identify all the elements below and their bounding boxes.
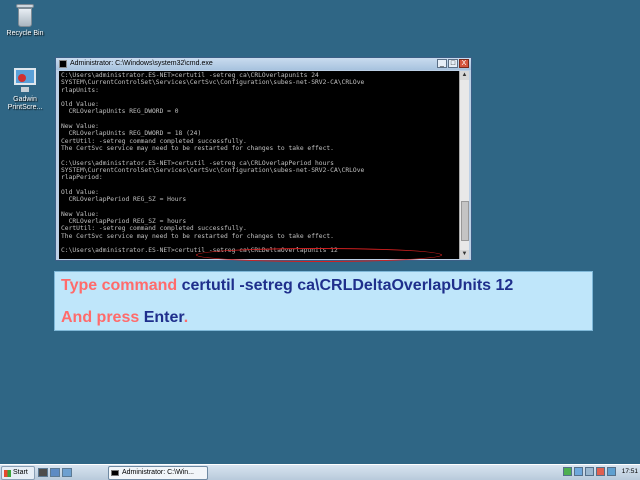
instruction-press-prefix: And press: [61, 309, 144, 326]
window-controls: _ □ X: [437, 59, 469, 68]
gadwin-label-line1: Gadwin: [13, 96, 37, 103]
cmd-title-text: Administrator: C:\Windows\system32\cmd.e…: [70, 60, 213, 67]
console-line: SYSTEM\CurrentControlSet\Services\CertSv…: [61, 166, 365, 174]
recycle-bin-shortcut[interactable]: Recycle Bin: [0, 2, 50, 38]
console-line: New Value:: [61, 210, 99, 218]
quicklaunch-desktop-icon[interactable]: [62, 468, 72, 477]
instruction-enter-key: Enter: [143, 309, 184, 326]
instruction-type-prefix: Type command: [61, 277, 182, 294]
minimize-button[interactable]: _: [437, 59, 447, 68]
recycle-bin-icon: [15, 2, 35, 28]
cmd-title-bar[interactable]: Administrator: C:\Windows\system32\cmd.e…: [56, 58, 471, 70]
instruction-line-1: Type command certutil -setreg ca\CRLDelt…: [61, 277, 513, 295]
start-button[interactable]: Start: [1, 466, 35, 480]
scroll-up-icon[interactable]: ▲: [460, 71, 469, 80]
instruction-callout: Type command certutil -setreg ca\CRLDelt…: [54, 271, 593, 331]
console-line: CRLOverlapUnits REG_DWORD = 0: [61, 108, 179, 116]
tray-network-icon[interactable]: [562, 467, 572, 476]
console-line: CRLOverlapUnits REG_DWORD = 18 (24): [61, 130, 202, 138]
gadwin-printscreen-shortcut[interactable]: Gadwin PrintScre...: [0, 66, 50, 112]
console-line: CRLOverlapPeriod REG_SZ = Hours: [61, 196, 187, 204]
console-line: C:\Users\administrator.ES-NET>certutil -…: [61, 159, 334, 167]
tray-gadwin-icon[interactable]: [595, 467, 605, 476]
console-scrollbar[interactable]: ▲ ▼: [459, 71, 469, 259]
taskbar-item-label: Administrator: C:\Win...: [122, 469, 194, 476]
console-line: Old Value:: [61, 101, 99, 109]
instruction-period: .: [183, 309, 189, 326]
tray-volume-icon[interactable]: [584, 467, 594, 476]
scroll-thumb[interactable]: [461, 201, 469, 241]
tray-screen-icon[interactable]: [606, 467, 616, 476]
console-line: Old Value:: [61, 188, 99, 196]
console-line: rlapUnits:: [61, 86, 99, 94]
console-line: rlapPeriod:: [61, 174, 103, 182]
cmd-window[interactable]: Administrator: C:\Windows\system32\cmd.e…: [55, 57, 472, 261]
maximize-button[interactable]: □: [448, 59, 458, 68]
windows-flag-icon: [4, 470, 11, 477]
quicklaunch-explorer-icon[interactable]: [50, 468, 60, 477]
taskbar: Start Administrator: C:\Win... 17:51: [0, 464, 640, 480]
taskbar-item-cmd[interactable]: Administrator: C:\Win...: [108, 466, 208, 480]
console-line: New Value:: [61, 123, 99, 131]
instruction-command: certutil -setreg ca\CRLDeltaOverlapUnits…: [181, 277, 514, 294]
start-label: Start: [13, 469, 28, 476]
highlight-ellipse: [196, 248, 442, 262]
quicklaunch-cmd-icon[interactable]: [38, 468, 48, 477]
scroll-down-icon[interactable]: ▼: [460, 250, 469, 259]
recycle-bin-label: Recycle Bin: [6, 30, 44, 37]
instruction-line-2: And press Enter.: [61, 309, 188, 327]
system-tray: 17:51: [562, 467, 638, 476]
desktop: Recycle Bin Gadwin PrintScre... Administ…: [0, 0, 640, 464]
gadwin-printscreen-icon: [12, 66, 38, 94]
console-line: C:\Users\administrator.ES-NET>certutil -…: [61, 72, 319, 79]
console-line: The CertSvc service may need to be resta…: [61, 144, 334, 152]
console-line: The CertSvc service may need to be resta…: [61, 232, 334, 240]
console-line: SYSTEM\CurrentControlSet\Services\CertSv…: [61, 79, 365, 87]
console-line: CertUtil: -setreg command completed succ…: [61, 225, 247, 233]
tray-monitor-icon[interactable]: [573, 467, 583, 476]
console-line: CRLOverlapPeriod REG_SZ = hours: [61, 217, 187, 225]
cmd-app-icon: [59, 60, 67, 68]
clock: 17:51: [621, 468, 638, 475]
cmd-task-icon: [111, 470, 119, 476]
console-line: CertUtil: -setreg command completed succ…: [61, 137, 247, 145]
gadwin-label-line2: PrintScre...: [7, 104, 43, 111]
console-output[interactable]: C:\Users\administrator.ES-NET>certutil -…: [59, 71, 459, 259]
close-button[interactable]: X: [459, 59, 469, 68]
